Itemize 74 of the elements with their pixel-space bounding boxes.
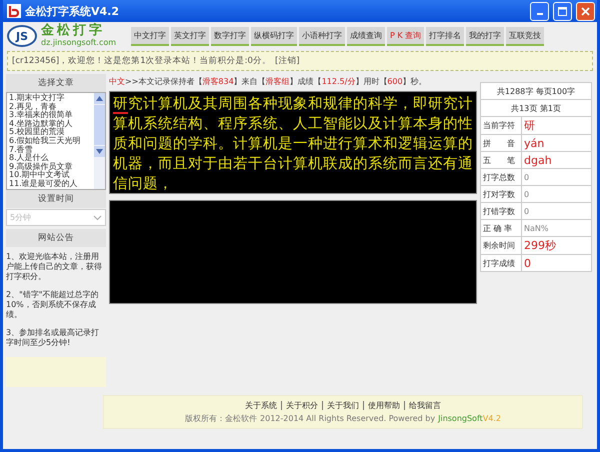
stat-value: 299秒 [522,236,592,254]
minimize-button[interactable] [530,2,549,20]
stat-value: 0 [522,168,592,186]
article-item[interactable]: 3.幸福来的很简单 [9,111,92,120]
stat-value: dgah [522,152,592,168]
stat-label: 打错字数 [480,202,522,220]
minimize-icon [536,12,542,14]
article-item[interactable]: 6.假如给我三天光明 [9,136,92,146]
nav-tab[interactable]: 打字排名 [426,26,464,46]
logo-badge: JS [7,25,37,47]
scroll-up-icon[interactable] [96,96,103,101]
nav-tab[interactable]: 我的打字 [466,26,504,46]
logo-name: 金松打字 [41,24,106,38]
section-header: 选择文章 [6,74,106,92]
notice-text: 1、欢迎光临本站，注册用户能上传自己的文章，获得打字积分。 [6,252,103,282]
section-header: 设置时间 [6,190,106,208]
window-title: 金松打字系统V4.2 [25,4,119,18]
article-item[interactable]: 4.坐路边默掌的人 [9,120,92,128]
logo-url: dz.jinsongsoft.com [41,38,116,48]
article-item[interactable]: 7.香雪 [9,146,92,154]
logout-link[interactable]: [注销] [274,55,300,67]
scrollbar[interactable] [94,93,105,189]
dropdown-icon [93,214,102,220]
nav-tab[interactable]: 英文打字 [171,26,209,46]
stat-label: 五 笔 [480,152,522,168]
footer-link[interactable]: 给我留言 [404,401,445,410]
summary-cell: 共1288字 每页100字 [480,82,592,100]
section-header: 网站公告 [6,229,106,247]
article-item[interactable]: 1.期末中文打字 [9,94,92,103]
passage-text: 研究计算机及其周围各种现象和规律的科学，即研究计算机系统结构、程序系统、人工智能以及计算本身的性质和问题的学科。计算机是一种进行算术和逻辑运算的机器，而且对于由若干台计算机联成的系统而言还有通信问题， [109,91,477,194]
stat-label: 打字成绩 [480,254,522,272]
nav-tab[interactable]: 数字打字 [211,26,249,46]
maximize-button[interactable] [553,2,572,20]
copyright-text: 版权所有：金松软件 [185,413,258,425]
stat-label: 打字总数 [480,168,522,186]
welcome-text: [cr123456]，欢迎您！这是您第1次登录本站！当前积分是:0分。 [12,55,271,67]
close-icon [581,6,590,16]
stat-value: yán [522,134,592,152]
article-item[interactable]: 11.谁是最可爱的人 [9,180,92,189]
maximize-icon [558,6,567,16]
stat-value: NaN% [522,220,592,236]
article-item[interactable]: 8.人是什么 [9,154,92,163]
article-item[interactable]: 9.高级操作员文章 [9,162,92,172]
stat-value: 研 [522,116,592,134]
scroll-down-icon[interactable] [96,149,103,154]
article-item[interactable]: 2.再见，青春 [9,102,92,112]
article-item[interactable]: 5.校园里的荒漠 [9,128,92,137]
stat-label: 剩余时间 [480,236,522,254]
stat-label: 正 确 率 [480,220,522,236]
stat-label: 打对字数 [480,186,522,202]
close-button[interactable] [576,2,595,20]
footer-link[interactable]: 使用帮助 [363,401,404,410]
version-text: V4.2 [482,413,501,425]
footer-link[interactable]: 关于系统 [241,401,281,410]
stat-label: 拼 音 [480,134,522,152]
nav-tab[interactable]: 小语种打字 [299,26,345,46]
stat-value: 0 [522,202,592,220]
stat-value: 0 [522,186,592,202]
record-line: 中文>>本文记录保持者【滑客834】来自【滑客组】成绩【112.5/分】用时【600】秒。 [109,76,428,88]
rights-text: 2012-2014 All Rights Reserved. Powered by [260,413,436,425]
typing-input[interactable] [109,200,477,304]
notice-text: 2、"错字"不能超过总字的10%，否则系统不保存成绩。 [6,290,100,320]
stat-value: 0 [522,254,592,272]
footer-link[interactable]: 关于我们 [322,401,363,410]
nav-tab[interactable]: 成绩查询 [347,26,385,46]
nav-tab[interactable]: 互联竞技 [506,26,544,46]
nav-tab[interactable]: 中文打字 [131,26,169,46]
app-icon [7,4,21,18]
nav-tab[interactable]: 纵横码打字 [251,26,297,46]
article-item[interactable]: 10.期中中文考试 [9,171,92,180]
footer-link[interactable]: 关于积分 [281,401,322,410]
stat-label: 当前字符 [480,116,522,134]
summary-cell: 共13页 第1页 [480,100,592,116]
notice-text: 3、参加排名或最高记录打字时间至少5分钟! [6,328,100,348]
